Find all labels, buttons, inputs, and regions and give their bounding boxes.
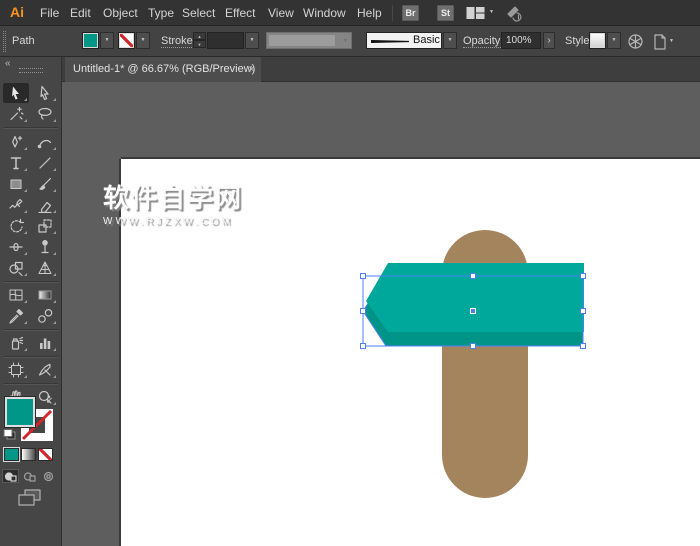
- stroke-label[interactable]: Stroke:: [161, 35, 196, 48]
- none-mode-button[interactable]: [38, 448, 53, 461]
- slice-tool[interactable]: [32, 360, 58, 380]
- close-tab-icon[interactable]: ×: [248, 62, 255, 76]
- control-bar: Path ▼ ▼ Stroke: ▲ ▼ ▼ ▼ Basic ▼ Opacity…: [0, 26, 700, 57]
- line-segment-tool[interactable]: [32, 153, 58, 173]
- stepper-up-icon[interactable]: ▲: [193, 32, 206, 40]
- puppet-warp-tool[interactable]: [32, 237, 58, 257]
- menu-window[interactable]: Window: [303, 6, 346, 20]
- menu-bar: Ai File Edit Object Type Select Effect V…: [0, 0, 700, 26]
- column-graph-tool[interactable]: [32, 333, 58, 353]
- recolor-artwork-icon[interactable]: [627, 33, 644, 55]
- menu-select[interactable]: Select: [182, 6, 215, 20]
- rectangle-tool[interactable]: [3, 174, 29, 194]
- watermark-title: 软件自学网: [103, 178, 243, 215]
- width-profile-preview: [269, 35, 335, 46]
- stepper-down-icon[interactable]: ▼: [193, 40, 206, 48]
- tab-bar: Untitled-1* @ 66.67% (RGB/Preview) ×: [62, 57, 700, 82]
- direct-selection-tool[interactable]: [32, 83, 58, 103]
- width-tool[interactable]: [3, 237, 29, 257]
- width-profile-dropdown: ▼: [266, 32, 352, 49]
- eyedropper-tool[interactable]: [3, 306, 29, 326]
- screen-mode-icon[interactable]: [18, 489, 44, 511]
- brush-definition-chevron-icon[interactable]: ▼: [443, 32, 457, 49]
- menu-effect[interactable]: Effect: [225, 6, 255, 20]
- stroke-width-chevron-icon[interactable]: ▼: [245, 32, 259, 49]
- menu-file[interactable]: File: [40, 6, 59, 20]
- brush-definition-value: Basic: [413, 34, 440, 46]
- draw-behind-icon[interactable]: [21, 469, 38, 483]
- megaphone-icon[interactable]: [505, 4, 523, 27]
- color-mode-button[interactable]: [4, 448, 19, 461]
- menu-object[interactable]: Object: [103, 6, 138, 20]
- opacity-input[interactable]: 100%: [501, 32, 541, 49]
- workspace-switcher-icon[interactable]: [466, 6, 485, 25]
- style-chevron-icon[interactable]: ▼: [607, 32, 621, 49]
- symbol-sprayer-tool[interactable]: [3, 333, 29, 353]
- artboard-tool[interactable]: [3, 360, 29, 380]
- perspective-grid-tool[interactable]: [32, 258, 58, 278]
- gradient-mode-button[interactable]: [21, 448, 36, 461]
- watermark: 软件自学网 WWW.RJZXW.COM: [103, 178, 243, 227]
- fill-indicator[interactable]: [5, 397, 35, 427]
- stock-button[interactable]: St: [437, 5, 454, 21]
- panel-grip[interactable]: [3, 31, 6, 52]
- magic-wand-tool[interactable]: [3, 104, 29, 124]
- menu-help[interactable]: Help: [357, 6, 382, 20]
- stroke-width-input[interactable]: [207, 32, 244, 49]
- selection-center-point[interactable]: [471, 309, 476, 314]
- paintbrush-tool[interactable]: [32, 174, 58, 194]
- mesh-tool[interactable]: [3, 285, 29, 305]
- default-fill-stroke-icon[interactable]: [3, 428, 17, 446]
- rotate-tool[interactable]: [3, 216, 29, 236]
- draw-inside-icon[interactable]: [40, 469, 57, 483]
- selection-type-label: Path: [12, 35, 35, 47]
- shape-builder-tool[interactable]: [3, 258, 29, 278]
- menu-type[interactable]: Type: [148, 6, 174, 20]
- artwork-layer: [62, 82, 700, 546]
- fill-color-chevron-icon[interactable]: ▼: [100, 32, 114, 49]
- selection-tool[interactable]: [3, 83, 29, 103]
- document-setup-icon[interactable]: [652, 33, 668, 56]
- fill-color-swatch[interactable]: [82, 32, 99, 49]
- document-tab-title: Untitled-1* @ 66.67% (RGB/Preview): [73, 63, 255, 75]
- scale-tool[interactable]: [32, 216, 58, 236]
- menu-separator: [392, 5, 393, 21]
- tools-panel-grip[interactable]: [19, 68, 43, 73]
- pen-tool[interactable]: [3, 132, 29, 152]
- lasso-tool[interactable]: [32, 104, 58, 124]
- opacity-expand-button[interactable]: ›: [543, 32, 555, 49]
- shaper-tool[interactable]: [3, 195, 29, 215]
- document-setup-chevron-icon[interactable]: ▼: [669, 39, 674, 44]
- brush-definition-dropdown[interactable]: Basic: [366, 32, 442, 49]
- blend-tool[interactable]: [32, 306, 58, 326]
- style-swatch[interactable]: [589, 32, 606, 49]
- canvas-area[interactable]: 软件自学网 WWW.RJZXW.COM: [62, 82, 700, 546]
- type-tool[interactable]: [3, 153, 29, 173]
- stroke-color-chevron-icon[interactable]: ▼: [136, 32, 150, 49]
- collapse-panel-icon[interactable]: «: [5, 58, 11, 69]
- eraser-tool[interactable]: [32, 195, 58, 215]
- menu-view[interactable]: View: [268, 6, 294, 20]
- draw-normal-icon[interactable]: [2, 469, 19, 483]
- watermark-url: WWW.RJZXW.COM: [103, 216, 243, 227]
- workspace-chevron-icon[interactable]: ▼: [489, 10, 494, 15]
- app-logo: Ai: [10, 4, 24, 20]
- document-tab[interactable]: Untitled-1* @ 66.67% (RGB/Preview) ×: [65, 57, 261, 82]
- curvature-tool[interactable]: [32, 132, 58, 152]
- tools-panel: «: [0, 57, 62, 546]
- brush-stroke-preview: [371, 40, 409, 43]
- gradient-tool[interactable]: [32, 285, 58, 305]
- menu-edit[interactable]: Edit: [70, 6, 91, 20]
- bridge-button[interactable]: Br: [402, 5, 419, 21]
- opacity-label[interactable]: Opacity:: [463, 35, 503, 48]
- stroke-color-swatch[interactable]: [118, 32, 135, 49]
- stroke-width-stepper[interactable]: ▲ ▼: [193, 32, 206, 49]
